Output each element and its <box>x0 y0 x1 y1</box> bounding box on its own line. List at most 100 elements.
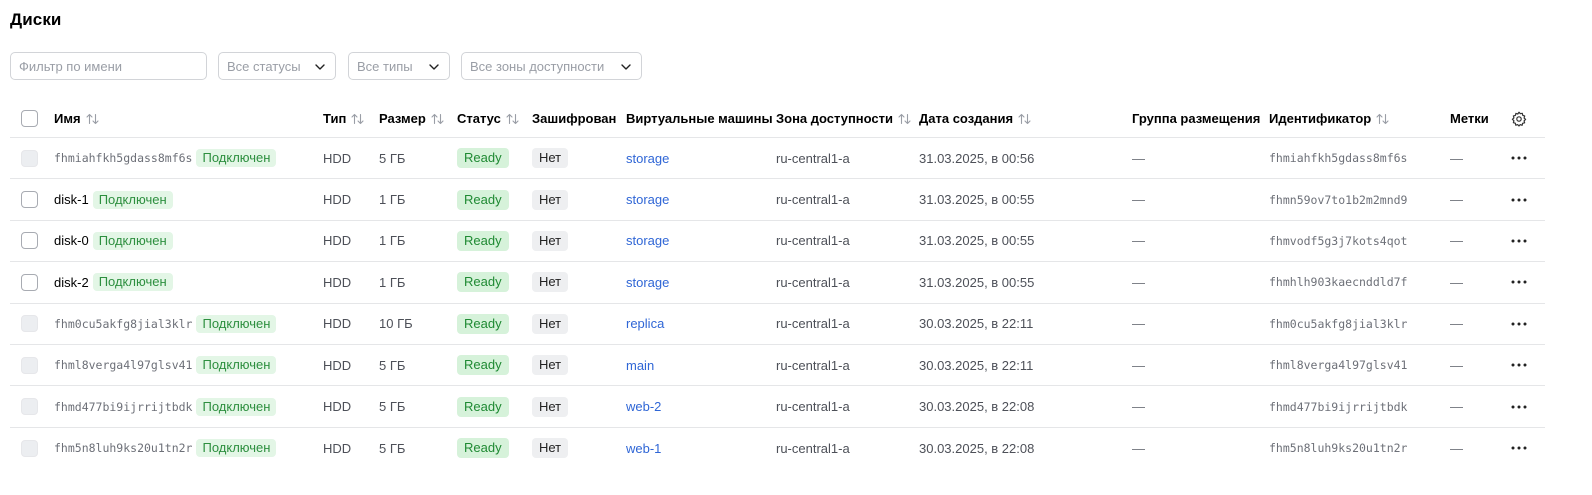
encrypted-cell: Нет <box>532 304 569 344</box>
row-actions-button[interactable] <box>1511 179 1527 219</box>
column-header-type-label: Тип <box>323 111 347 126</box>
disk-size: 5 ГБ <box>379 399 406 415</box>
sort-arrows-icon[interactable] <box>1018 113 1031 125</box>
disk-created: 30.03.2025, в 22:08 <box>919 440 1035 456</box>
table-row[interactable]: fhml8verga4l97glsv41 Подключен HDD 5 ГБ … <box>10 345 1545 387</box>
table-row[interactable]: fhm0cu5akfg8jial3klr Подключен HDD 10 ГБ… <box>10 304 1545 345</box>
disk-labels: — <box>1450 399 1463 415</box>
vm-link[interactable]: storage <box>626 151 669 166</box>
vm-link[interactable]: web-1 <box>626 441 661 456</box>
row-checkbox[interactable] <box>21 149 38 167</box>
vm-cell: storage <box>626 179 669 219</box>
sort-arrows-icon[interactable] <box>506 113 519 125</box>
row-checkbox-cell <box>21 428 38 469</box>
more-horizontal-icon[interactable] <box>1511 280 1527 284</box>
chevron-down-icon <box>315 64 325 70</box>
disk-created: 31.03.2025, в 00:55 <box>919 192 1035 208</box>
row-actions-button[interactable] <box>1511 262 1527 302</box>
vm-link[interactable]: replica <box>626 316 664 331</box>
column-header-status[interactable]: Статус <box>457 100 519 137</box>
row-checkbox[interactable] <box>21 315 38 333</box>
disk-id: fhmd477bi9ijrrijtbdk <box>1269 399 1408 414</box>
sort-arrows-icon[interactable] <box>1376 113 1389 125</box>
disk-name-cell: fhml8verga4l97glsv41 Подключен <box>54 345 277 385</box>
status-filter-select[interactable]: Все статусы <box>218 52 336 80</box>
more-horizontal-icon[interactable] <box>1511 363 1527 367</box>
row-actions-button[interactable] <box>1511 304 1527 344</box>
table-row[interactable]: fhm5n8luh9ks20u1tn2r Подключен HDD 5 ГБ … <box>10 428 1545 469</box>
row-checkbox[interactable] <box>21 356 38 374</box>
vm-link[interactable]: storage <box>626 233 669 248</box>
disk-placement: — <box>1132 399 1145 415</box>
more-horizontal-icon[interactable] <box>1511 405 1527 409</box>
vm-link[interactable]: storage <box>626 192 669 207</box>
attached-badge: Подключен <box>92 231 173 250</box>
row-checkbox-cell <box>21 262 38 302</box>
sort-arrows-icon[interactable] <box>85 113 99 125</box>
disk-name-cell: fhmiahfkh5gdass8mf6s Подключен <box>54 138 277 178</box>
status-cell: Ready <box>457 262 509 302</box>
row-actions-button[interactable] <box>1511 221 1527 261</box>
row-actions-button[interactable] <box>1511 386 1527 426</box>
table-row[interactable]: disk-1 Подключен HDD 1 ГБ Ready Нет stor… <box>10 179 1545 221</box>
row-checkbox[interactable] <box>21 439 38 457</box>
status-cell: Ready <box>457 428 509 469</box>
name-filter[interactable] <box>10 52 207 80</box>
status-cell: Ready <box>457 386 509 426</box>
disk-name-cell: disk-2 Подключен <box>54 262 173 302</box>
table-row[interactable]: disk-2 Подключен HDD 1 ГБ Ready Нет stor… <box>10 262 1545 304</box>
column-header-size-label: Размер <box>379 111 426 126</box>
column-header-name[interactable]: Имя <box>54 100 99 137</box>
row-actions-button[interactable] <box>1511 138 1527 178</box>
disk-name-cell: disk-1 Подключен <box>54 179 173 219</box>
sort-arrows-icon[interactable] <box>351 113 364 125</box>
encrypted-cell: Нет <box>532 428 569 469</box>
sort-arrows-icon[interactable] <box>431 113 444 125</box>
column-header-vms: Виртуальные машины <box>626 100 773 137</box>
more-horizontal-icon[interactable] <box>1511 446 1527 450</box>
name-filter-input[interactable] <box>19 58 199 74</box>
vm-cell: storage <box>626 221 669 261</box>
more-horizontal-icon[interactable] <box>1511 239 1527 243</box>
table-settings-button[interactable] <box>1511 100 1527 137</box>
column-header-labels-label: Метки <box>1450 111 1489 126</box>
status-badge: Ready <box>457 396 509 417</box>
column-header-created[interactable]: Дата создания <box>919 100 1031 137</box>
row-actions-button[interactable] <box>1511 345 1527 385</box>
disk-name-cell: fhm5n8luh9ks20u1tn2r Подключен <box>54 428 277 469</box>
column-header-encrypted-label: Зашифрован <box>532 111 617 126</box>
column-header-zone[interactable]: Зона доступности <box>776 100 911 137</box>
row-checkbox-cell <box>21 386 38 426</box>
vm-link[interactable]: main <box>626 358 654 373</box>
more-horizontal-icon[interactable] <box>1511 156 1527 160</box>
disk-size: 1 ГБ <box>379 233 406 249</box>
column-header-size[interactable]: Размер <box>379 100 444 137</box>
row-checkbox[interactable] <box>21 191 38 209</box>
row-checkbox[interactable] <box>21 398 38 416</box>
column-header-id[interactable]: Идентификатор <box>1269 100 1389 137</box>
vm-link[interactable]: web-2 <box>626 399 661 414</box>
disk-size: 5 ГБ <box>379 357 406 373</box>
type-filter-select[interactable]: Все типы <box>348 52 450 80</box>
column-header-status-label: Статус <box>457 111 501 126</box>
status-badge: Ready <box>457 148 509 169</box>
disk-placement: — <box>1132 440 1145 456</box>
disk-labels: — <box>1450 316 1463 332</box>
vm-link[interactable]: storage <box>626 275 669 290</box>
sort-arrows-icon[interactable] <box>898 113 911 125</box>
row-checkbox[interactable] <box>21 232 38 250</box>
select-all-checkbox[interactable] <box>21 110 38 127</box>
more-horizontal-icon[interactable] <box>1511 322 1527 326</box>
zone-filter-select[interactable]: Все зоны доступности <box>461 52 642 80</box>
row-checkbox[interactable] <box>21 273 38 291</box>
disk-name: disk-2 <box>54 274 89 290</box>
disk-zone: ru-central1-a <box>776 440 850 456</box>
gear-icon[interactable] <box>1511 111 1527 127</box>
table-row[interactable]: disk-0 Подключен HDD 1 ГБ Ready Нет stor… <box>10 221 1545 263</box>
more-horizontal-icon[interactable] <box>1511 198 1527 202</box>
disk-placement: — <box>1132 274 1145 290</box>
table-row[interactable]: fhmiahfkh5gdass8mf6s Подключен HDD 5 ГБ … <box>10 138 1545 180</box>
table-row[interactable]: fhmd477bi9ijrrijtbdk Подключен HDD 5 ГБ … <box>10 386 1545 428</box>
column-header-type[interactable]: Тип <box>323 100 364 137</box>
row-actions-button[interactable] <box>1511 428 1527 469</box>
